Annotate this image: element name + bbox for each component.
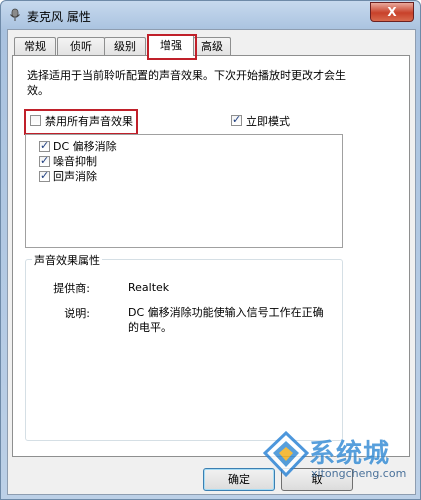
enhancements-panel: 选择适用于当前聆听配置的声音效果。下次开始播放时更改才会生效。 禁用所有声音效果… <box>12 55 410 457</box>
window-title: 麦克风 属性 <box>27 10 91 24</box>
watermark-brand: 系统城 <box>309 439 391 469</box>
tab-levels[interactable]: 级别 <box>104 37 146 55</box>
immediate-mode-checkbox[interactable] <box>231 113 242 126</box>
properties-window: 麦克风 属性 X 常规 侦听 级别 增强 高级 选择适用于当前聆听配置的声音效果… <box>0 0 421 500</box>
tab-general[interactable]: 常规 <box>14 37 56 55</box>
noise-suppression-checkbox[interactable] <box>39 154 50 167</box>
group-title: 声音效果属性 <box>32 252 102 268</box>
description-value: DC 偏移消除功能使输入信号工作在正确的电平。 <box>128 306 324 334</box>
tab-strip: 常规 侦听 级别 增强 高级 <box>12 34 412 60</box>
tab-advanced[interactable]: 高级 <box>193 37 231 55</box>
microphone-icon <box>10 8 20 21</box>
effect-item-label[interactable]: 回声消除 <box>53 168 97 184</box>
dialog-body: 常规 侦听 级别 增强 高级 选择适用于当前聆听配置的声音效果。下次开始播放时更… <box>7 29 416 495</box>
description-text: 选择适用于当前聆听配置的声音效果。下次开始播放时更改才会生效。 <box>27 69 346 97</box>
close-button[interactable]: X <box>370 2 414 22</box>
description-label: 说明: <box>64 307 90 320</box>
watermark-url: xitongcheng.com <box>311 467 407 480</box>
provider-value: Realtek <box>128 281 170 294</box>
effect-item-label[interactable]: DC 偏移消除 <box>53 138 117 154</box>
provider-label: 提供商: <box>53 282 90 295</box>
effect-item-label[interactable]: 噪音抑制 <box>53 153 97 169</box>
immediate-mode-label[interactable]: 立即模式 <box>246 113 290 129</box>
disable-all-effects-label[interactable]: 禁用所有声音效果 <box>45 113 133 129</box>
effect-properties-group: 声音效果属性 提供商: Realtek 说明: DC 偏移消除功能使输入信号工作… <box>25 252 343 441</box>
site-watermark: 系统城 xitongcheng.com <box>262 430 413 487</box>
tab-listen[interactable]: 侦听 <box>57 37 105 55</box>
echo-cancellation-checkbox[interactable] <box>39 169 50 182</box>
tab-enhancements[interactable]: 增强 <box>148 34 194 56</box>
dc-offset-checkbox[interactable] <box>39 139 50 152</box>
disable-all-effects-checkbox[interactable] <box>30 115 41 126</box>
watermark-logo-icon <box>262 430 310 478</box>
effects-list[interactable]: DC 偏移消除 噪音抑制 回声消除 <box>25 134 343 248</box>
title-bar[interactable]: 麦克风 属性 X <box>1 1 420 29</box>
